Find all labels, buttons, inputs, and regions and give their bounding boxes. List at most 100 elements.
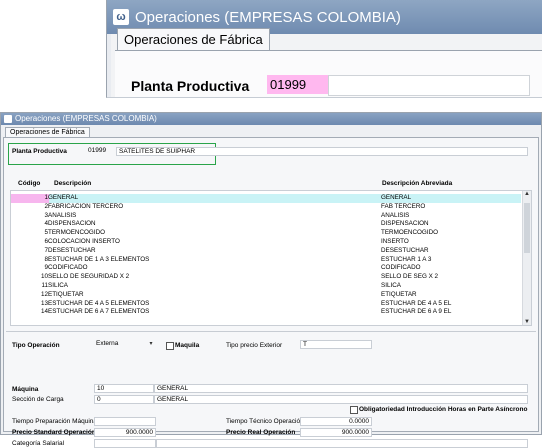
row-descripcion: DESESTUCHAR xyxy=(48,246,96,254)
row-numero: 1 xyxy=(44,194,48,201)
zoom-planta-name-input[interactable] xyxy=(328,75,530,96)
row-abreviada: ANALISIS xyxy=(381,211,410,219)
row-descripcion: ESTUCHAR DE 6 A 7 ELEMENTOS xyxy=(48,308,150,316)
window-title-bar: Operaciones (EMPRESAS COLOMBIA) xyxy=(1,113,541,125)
table-row[interactable]: ANALISIS 3 ANALISIS xyxy=(11,212,521,221)
tiempo-prep-label: Tiempo Preparación Máquina xyxy=(12,418,98,425)
operations-grid: ▲ ▼ GENERAL 1 GENERAL FABRICACION TERCERO 2 F… xyxy=(10,190,532,326)
app-icon xyxy=(4,115,12,123)
planta-name-field[interactable]: SATELITES DE SUIPHAR xyxy=(116,147,528,156)
table-row[interactable]: ESTUCHAR DE 4 A 5 ELEMENTOS 13 ESTUCHAR DE… xyxy=(11,300,521,309)
tab-content: Planta Productiva 01999 SATELITES DE SUI… xyxy=(3,137,539,448)
table-row[interactable]: DISPENSACION 4 DISPENSACION xyxy=(11,220,521,229)
window-title: Operaciones (EMPRESAS COLOMBIA) xyxy=(15,114,157,123)
chevron-down-icon[interactable]: ▾ xyxy=(148,341,154,348)
row-abreviada: ESTUCHAR DE 6 A 9 EL xyxy=(381,308,452,316)
maquina-label: Máquina xyxy=(12,386,39,393)
table-row[interactable]: TERMOENCOGIDO 5 TERMOENCOGIDO xyxy=(11,229,521,238)
row-abreviada: SELLO DE SEG X 2 xyxy=(381,273,439,281)
categoria-code-field[interactable] xyxy=(94,439,156,448)
row-abreviada: ESTUCHAR 1 A 3 xyxy=(381,255,432,263)
tiempo-tec-field[interactable]: 0.0000 xyxy=(300,417,372,426)
row-numero: 11 xyxy=(41,282,48,289)
tipo-operacion-label: Tipo Operación xyxy=(12,342,60,349)
row-abreviada: SILICA xyxy=(381,282,401,289)
seccion-code-field[interactable]: 0 xyxy=(94,395,154,404)
planta-label: Planta Productiva xyxy=(12,148,67,155)
scroll-thumb[interactable] xyxy=(524,203,530,253)
maquina-code-field[interactable]: 10 xyxy=(94,384,154,393)
table-row[interactable]: SELLO DE SEGURIDAD X 2 10 SELLO DE SEG X 2 xyxy=(11,273,521,282)
tipo-precio-field[interactable]: T xyxy=(300,340,372,349)
categoria-label: Categoría Salarial xyxy=(12,440,65,447)
row-numero: 10 xyxy=(40,273,48,281)
operaciones-window: Operaciones (EMPRESAS COLOMBIA) Operacio… xyxy=(0,112,542,448)
maquila-label: Maquila xyxy=(175,342,200,349)
zoomed-inset: ω Operaciones (EMPRESAS COLOMBIA) Operac… xyxy=(106,0,542,98)
precio-real-field[interactable]: 900.0000 xyxy=(300,428,372,437)
table-row[interactable]: ESTUCHAR DE 1 A 3 ELEMENTOS 8 ESTUCHAR 1 A… xyxy=(11,256,521,265)
row-numero: 8 xyxy=(44,255,48,263)
row-descripcion: COLOCACION INSERTO xyxy=(48,238,120,245)
divider xyxy=(6,331,536,332)
row-abreviada: ETIQUETAR xyxy=(381,290,417,298)
app-icon: ω xyxy=(113,9,129,25)
table-row[interactable]: SILICA 11 SILICA xyxy=(11,282,521,291)
row-numero: 9 xyxy=(44,264,48,272)
planta-code-field[interactable]: 01999 xyxy=(86,147,116,156)
row-descripcion: ESTUCHAR DE 4 A 5 ELEMENTOS xyxy=(48,299,150,307)
grid-scrollbar[interactable]: ▲ ▼ xyxy=(522,191,531,325)
row-abreviada: INSERTO xyxy=(381,238,409,245)
tiempo-tec-label: Tiempo Técnico Operación xyxy=(226,418,304,425)
zoom-planta-label: Planta Productiva xyxy=(131,78,250,94)
row-numero: 12 xyxy=(40,290,48,298)
row-descripcion: ANALISIS xyxy=(48,211,77,219)
table-row[interactable]: COLOCACION INSERTO 6 INSERTO xyxy=(11,238,521,247)
row-descripcion: ETIQUETAR xyxy=(48,290,84,298)
scroll-down-icon[interactable]: ▼ xyxy=(524,319,530,325)
row-numero: 7 xyxy=(44,246,48,254)
zoom-body: Operaciones de Fábrica Planta Productiva… xyxy=(111,28,542,97)
row-abreviada: ESTUCHAR DE 4 A 5 EL xyxy=(381,299,452,307)
row-numero: 4 xyxy=(44,220,48,228)
table-row[interactable]: CODIFICADO 9 CODIFICADO xyxy=(11,264,521,273)
precio-std-field[interactable]: 900.0000 xyxy=(94,428,156,437)
obligatoriedad-checkbox[interactable] xyxy=(350,406,358,414)
zoom-panel: Planta Productiva 01999 xyxy=(115,50,542,97)
row-descripcion: SELLO DE SEGURIDAD X 2 xyxy=(48,273,130,281)
col-header-abreviada[interactable]: Descripción Abreviada xyxy=(382,180,452,187)
tipo-precio-label: Tipo precio Exterior xyxy=(226,342,283,349)
row-descripcion: CODIFICADO xyxy=(48,264,88,272)
col-header-descripcion[interactable]: Descripción xyxy=(54,180,91,187)
row-descripcion: DISPENSACION xyxy=(48,220,96,228)
row-descripcion: ESTUCHAR DE 1 A 3 ELEMENTOS xyxy=(48,255,150,263)
tipo-operacion-select[interactable]: Externa xyxy=(94,340,156,349)
table-row[interactable]: ESTUCHAR DE 6 A 7 ELEMENTOS 14 ESTUCHAR DE… xyxy=(11,308,521,317)
row-numero: 6 xyxy=(44,238,48,245)
table-row[interactable]: FABRICACION TERCERO 2 FAB TERCERO xyxy=(11,203,521,212)
row-abreviada: DESESTUCHAR xyxy=(381,246,429,254)
maquila-checkbox[interactable] xyxy=(166,342,174,350)
seccion-label: Sección de Carga xyxy=(12,396,64,403)
table-row[interactable]: GENERAL 1 GENERAL xyxy=(11,194,521,203)
codigo-filter-cell[interactable] xyxy=(11,194,49,203)
zoom-tab-operaciones[interactable]: Operaciones de Fábrica xyxy=(117,28,270,51)
zoom-window-title: Operaciones (EMPRESAS COLOMBIA) xyxy=(135,8,401,26)
tiempo-prep-field[interactable] xyxy=(94,417,156,426)
row-numero: 13 xyxy=(40,299,48,307)
row-abreviada: GENERAL xyxy=(381,194,412,201)
categoria-name-field[interactable] xyxy=(156,439,528,448)
row-descripcion: TERMOENCOGIDO xyxy=(48,229,106,237)
table-row[interactable]: ETIQUETAR 12 ETIQUETAR xyxy=(11,291,521,300)
zoom-planta-input[interactable]: 01999 xyxy=(267,75,328,94)
row-numero: 5 xyxy=(44,229,48,237)
row-abreviada: CODIFICADO xyxy=(381,264,421,272)
scroll-up-icon[interactable]: ▲ xyxy=(524,191,530,197)
row-abreviada: FAB TERCERO xyxy=(381,202,426,210)
col-header-codigo[interactable]: Código xyxy=(18,180,40,187)
maquina-name-field[interactable]: GENERAL xyxy=(154,384,528,393)
row-abreviada: DISPENSACION xyxy=(381,220,429,228)
row-descripcion: SILICA xyxy=(48,282,68,289)
table-row[interactable]: DESESTUCHAR 7 DESESTUCHAR xyxy=(11,247,521,256)
seccion-name-field[interactable]: GENERAL xyxy=(154,395,528,404)
